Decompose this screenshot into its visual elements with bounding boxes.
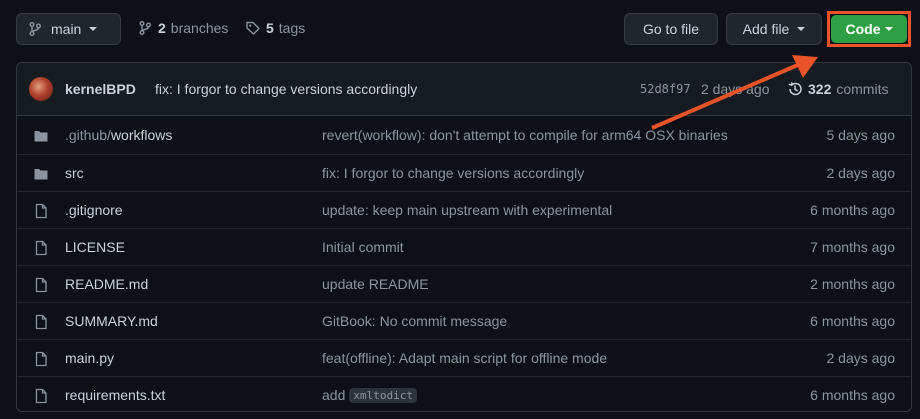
file-list: .github/workflows revert(workflow): don't… bbox=[17, 117, 911, 411]
folder-icon bbox=[34, 169, 48, 180]
file-row[interactable]: main.py feat(offline): Adapt main script … bbox=[17, 339, 911, 376]
branches-count: 2 bbox=[158, 20, 166, 36]
commits-label: commits bbox=[836, 81, 889, 97]
commit-author[interactable]: kernelBPD bbox=[65, 81, 136, 97]
chevron-down-icon bbox=[89, 27, 98, 31]
commit-sha[interactable]: 52d8f97 bbox=[640, 82, 691, 96]
file-row[interactable]: README.md update README 2 months ago bbox=[17, 265, 911, 302]
file-icon bbox=[35, 277, 47, 293]
file-name[interactable]: README.md bbox=[65, 276, 148, 292]
file-name-text: LICENSE bbox=[65, 239, 125, 255]
file-row[interactable]: requirements.txt add xmltodict 6 months ago bbox=[17, 376, 911, 411]
file-name[interactable]: LICENSE bbox=[65, 239, 125, 255]
file-commit-message-text: revert(workflow): don't attempt to compi… bbox=[322, 127, 728, 143]
commit-message[interactable]: fix: I forgor to change versions accordi… bbox=[155, 81, 417, 97]
tag-icon bbox=[246, 21, 260, 35]
file-icon bbox=[35, 240, 47, 256]
add-file-button[interactable]: Add file bbox=[726, 13, 822, 45]
branches-label: branches bbox=[170, 20, 229, 36]
tags-link[interactable]: 5 tags bbox=[245, 20, 305, 36]
file-name[interactable]: .github/workflows bbox=[65, 127, 172, 143]
branch-name: main bbox=[51, 21, 82, 37]
commit-age: 2 days ago bbox=[701, 81, 770, 97]
file-icon bbox=[35, 351, 47, 367]
file-row[interactable]: src fix: I forgor to change versions acco… bbox=[17, 154, 911, 191]
file-commit-message-text: update README bbox=[322, 276, 429, 292]
file-commit-message-text: update: keep main upstream with experime… bbox=[322, 202, 613, 218]
file-name-text: README.md bbox=[65, 276, 149, 292]
chevron-down-icon bbox=[797, 27, 806, 31]
tags-label: tags bbox=[278, 20, 306, 36]
file-icon bbox=[35, 388, 47, 404]
repo-toolbar: main 2 branches 5 tags Go to file Add fi… bbox=[0, 0, 920, 58]
file-commit-message[interactable]: revert(workflow): don't attempt to compi… bbox=[322, 127, 728, 143]
add-file-label: Add file bbox=[742, 21, 790, 37]
file-age: 6 months ago bbox=[810, 202, 895, 218]
file-name-text: src bbox=[65, 165, 84, 181]
avatar[interactable] bbox=[29, 77, 53, 101]
file-age: 6 months ago bbox=[810, 313, 895, 329]
file-row[interactable]: SUMMARY.md GitBook: No commit message 6 mo… bbox=[17, 302, 911, 339]
branches-link[interactable]: 2 branches bbox=[137, 20, 228, 36]
go-to-file-button[interactable]: Go to file bbox=[624, 13, 718, 45]
commits-link[interactable]: 322 commits bbox=[787, 81, 888, 97]
file-commit-message[interactable]: update: keep main upstream with experime… bbox=[322, 202, 612, 218]
file-name[interactable]: main.py bbox=[65, 350, 114, 366]
git-branch-icon bbox=[139, 21, 151, 35]
file-name[interactable]: requirements.txt bbox=[65, 387, 165, 403]
file-browser: kernelBPD fix: I forgor to change versio… bbox=[16, 62, 912, 412]
file-age: 6 months ago bbox=[810, 387, 895, 403]
code-button[interactable]: Code bbox=[831, 15, 907, 43]
file-age: 2 days ago bbox=[826, 165, 896, 181]
file-name[interactable]: .gitignore bbox=[65, 202, 123, 218]
file-commit-message-text: feat(offline): Adapt main script for off… bbox=[322, 350, 608, 366]
file-name-text: workflows bbox=[110, 127, 173, 143]
file-commit-message[interactable]: Initial commit bbox=[322, 239, 404, 255]
file-row[interactable]: .github/workflows revert(workflow): don't… bbox=[17, 117, 911, 154]
file-name-prefix: .github/ bbox=[65, 127, 111, 143]
code-button-highlight: Code bbox=[827, 11, 911, 47]
branch-select-button[interactable]: main bbox=[16, 13, 121, 45]
file-commit-message[interactable]: add xmltodict bbox=[322, 387, 417, 403]
file-icon bbox=[35, 203, 47, 219]
folder-icon bbox=[34, 131, 48, 142]
file-commit-message-text: GitBook: No commit message bbox=[322, 313, 508, 329]
file-age: 5 days ago bbox=[826, 127, 896, 143]
file-age: 2 days ago bbox=[826, 350, 896, 366]
file-icon bbox=[35, 314, 47, 330]
commits-count: 322 bbox=[808, 81, 832, 97]
file-commit-message-text: add bbox=[322, 387, 346, 403]
file-row[interactable]: LICENSE Initial commit 7 months ago bbox=[17, 228, 911, 265]
code-label: Code bbox=[845, 21, 881, 37]
latest-commit-bar: kernelBPD fix: I forgor to change versio… bbox=[17, 63, 911, 116]
go-to-file-label: Go to file bbox=[642, 21, 700, 37]
tags-count: 5 bbox=[266, 20, 274, 36]
inline-code: xmltodict bbox=[349, 387, 417, 403]
chevron-down-icon bbox=[884, 27, 893, 31]
file-commit-message[interactable]: fix: I forgor to change versions accordi… bbox=[322, 165, 584, 181]
file-name-text: requirements.txt bbox=[65, 387, 166, 403]
file-name[interactable]: SUMMARY.md bbox=[65, 313, 158, 329]
file-age: 7 months ago bbox=[810, 239, 895, 255]
file-commit-message-text: Initial commit bbox=[322, 239, 404, 255]
git-branch-icon bbox=[29, 22, 41, 36]
file-age: 2 months ago bbox=[810, 276, 895, 292]
file-name-text: .gitignore bbox=[65, 202, 123, 218]
file-name-text: SUMMARY.md bbox=[65, 313, 158, 329]
file-commit-message[interactable]: update README bbox=[322, 276, 429, 292]
file-name[interactable]: src bbox=[65, 165, 84, 181]
file-row[interactable]: .gitignore update: keep main upstream wit… bbox=[17, 191, 911, 228]
file-commit-message-text: fix: I forgor to change versions accordi… bbox=[322, 165, 585, 181]
file-name-text: main.py bbox=[65, 350, 115, 366]
history-icon bbox=[788, 82, 802, 96]
file-commit-message[interactable]: GitBook: No commit message bbox=[322, 313, 507, 329]
file-commit-message[interactable]: feat(offline): Adapt main script for off… bbox=[322, 350, 607, 366]
